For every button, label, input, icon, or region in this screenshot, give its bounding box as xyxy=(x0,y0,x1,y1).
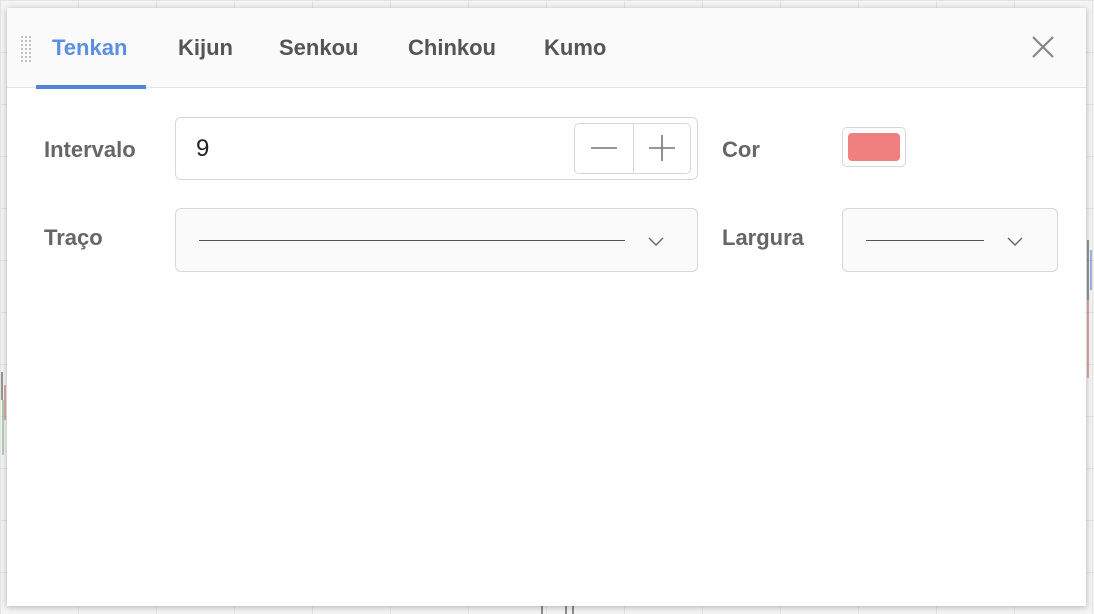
interval-field xyxy=(175,117,698,180)
color-swatch xyxy=(848,133,900,161)
interval-label: Intervalo xyxy=(44,137,136,162)
stroke-label: Traço xyxy=(44,225,103,250)
drag-handle-icon[interactable] xyxy=(20,35,32,63)
tab-chinkou[interactable]: Chinkou xyxy=(408,8,496,88)
line-width-dropdown[interactable] xyxy=(842,208,1058,272)
close-button[interactable] xyxy=(1028,32,1058,62)
decrement-button[interactable] xyxy=(575,124,634,173)
color-label: Cor xyxy=(722,137,760,162)
chevron-down-icon xyxy=(648,237,664,246)
active-tab-indicator xyxy=(36,85,146,89)
width-label: Largura xyxy=(722,225,804,250)
tab-tenkan[interactable]: Tenkan xyxy=(52,8,127,88)
color-picker-button[interactable] xyxy=(842,127,906,167)
close-icon xyxy=(1032,36,1054,58)
width-line-sample xyxy=(866,240,984,241)
plus-icon xyxy=(649,135,675,161)
increment-button[interactable] xyxy=(633,124,691,173)
dialog-header: Tenkan Kijun Senkou Chinkou Kumo xyxy=(7,8,1086,89)
interval-input[interactable] xyxy=(196,118,566,179)
ichimoku-settings-dialog: Tenkan Kijun Senkou Chinkou Kumo Interva… xyxy=(7,8,1086,606)
interval-stepper xyxy=(574,123,691,174)
tab-kumo[interactable]: Kumo xyxy=(544,8,606,88)
chevron-down-icon xyxy=(1007,237,1023,246)
stroke-style-dropdown[interactable] xyxy=(175,208,698,272)
minus-icon xyxy=(591,147,617,149)
tab-kijun[interactable]: Kijun xyxy=(178,8,233,88)
tab-senkou[interactable]: Senkou xyxy=(279,8,358,88)
stroke-line-sample xyxy=(199,240,625,241)
